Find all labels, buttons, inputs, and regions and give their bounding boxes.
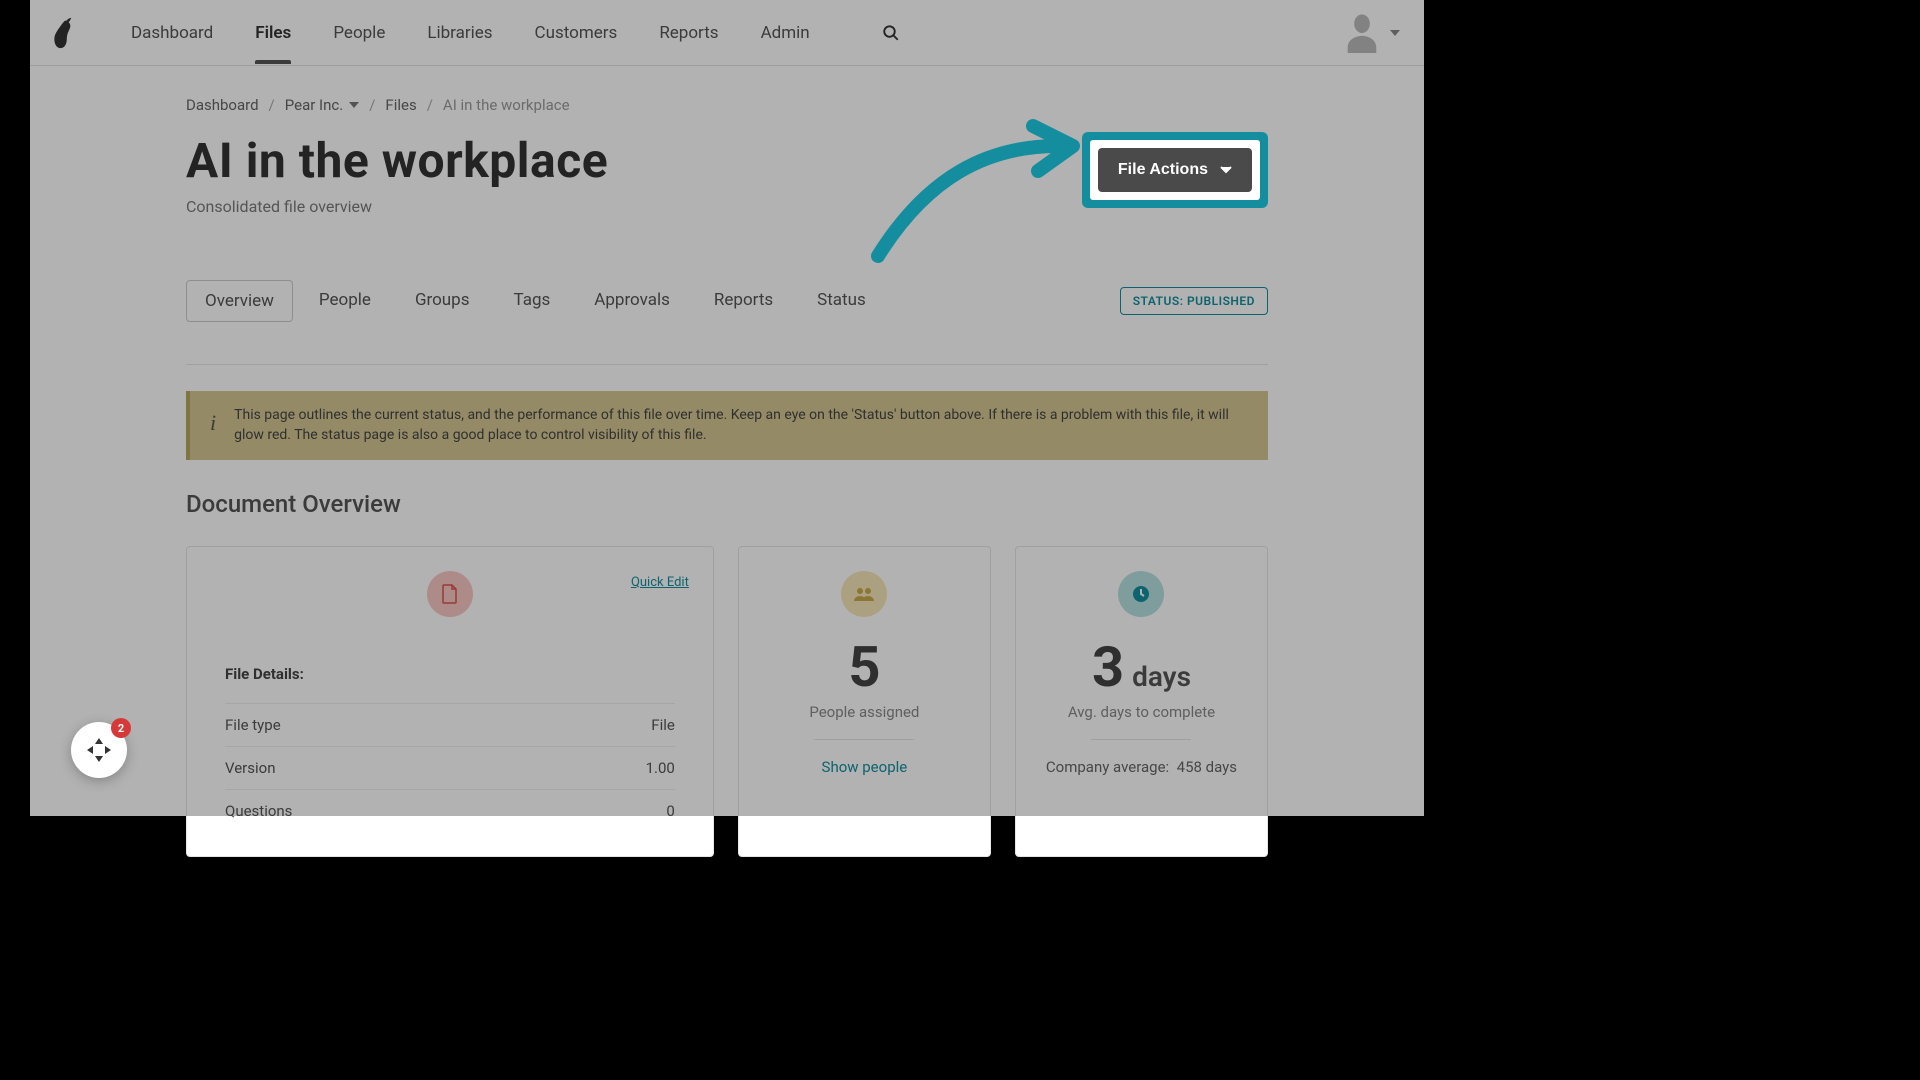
help-widget[interactable]: 2 — [71, 722, 127, 778]
quick-edit-link[interactable]: Quick Edit — [631, 575, 689, 590]
nav-customers[interactable]: Customers — [535, 3, 618, 63]
tab-reports[interactable]: Reports — [696, 280, 791, 322]
days-unit: days — [1132, 660, 1191, 693]
file-icon — [427, 571, 473, 617]
people-assigned-card: 5 People assigned Show people — [738, 546, 991, 857]
crumb-files[interactable]: Files — [385, 96, 416, 114]
detail-row: Version 1.00 — [225, 746, 675, 789]
crumb-current: AI in the workplace — [443, 96, 570, 114]
nav-admin[interactable]: Admin — [761, 3, 810, 63]
nav-files[interactable]: Files — [255, 3, 291, 63]
section-heading: Document Overview — [186, 490, 1268, 518]
chevron-down-icon — [1390, 30, 1400, 36]
highlight-callout: File Actions — [1082, 132, 1268, 208]
subtabs: Overview People Groups Tags Approvals Re… — [186, 280, 884, 322]
info-banner: i This page outlines the current status,… — [186, 391, 1268, 460]
tab-people[interactable]: People — [301, 280, 389, 322]
chevron-down-icon — [349, 102, 359, 108]
clock-icon — [1118, 571, 1164, 617]
show-people-link[interactable]: Show people — [822, 758, 908, 776]
avatar-icon — [1344, 13, 1380, 53]
nav-dashboard[interactable]: Dashboard — [131, 3, 213, 63]
tab-groups[interactable]: Groups — [397, 280, 488, 322]
search-icon[interactable] — [882, 24, 900, 42]
status-badge[interactable]: STATUS: PUBLISHED — [1120, 287, 1268, 315]
tab-tags[interactable]: Tags — [496, 280, 569, 322]
detail-row: Questions 0 — [225, 789, 675, 832]
tab-overview[interactable]: Overview — [186, 280, 293, 322]
notification-badge: 2 — [111, 718, 131, 738]
profile-menu[interactable] — [1344, 13, 1400, 53]
detail-row: File type File — [225, 703, 675, 746]
nav-reports[interactable]: Reports — [659, 3, 718, 63]
page-title: AI in the workplace — [186, 132, 608, 189]
info-icon: i — [210, 407, 216, 439]
people-subtitle: People assigned — [809, 703, 919, 721]
file-details-heading: File Details: — [211, 665, 689, 693]
brand-logo — [54, 17, 76, 49]
breadcrumb: Dashboard / Pear Inc. / Files / AI in th… — [186, 96, 1268, 114]
days-subtitle: Avg. days to complete — [1068, 703, 1215, 721]
crumb-company[interactable]: Pear Inc. — [285, 96, 359, 114]
days-count: 3 — [1092, 634, 1124, 700]
top-nav: Dashboard Files People Libraries Custome… — [30, 0, 1424, 66]
widget-logo-icon — [85, 736, 113, 764]
file-details-card: Quick Edit File Details: File type File … — [186, 546, 714, 857]
days-to-complete-card: 3 days Avg. days to complete Company ave… — [1015, 546, 1268, 857]
tab-status[interactable]: Status — [799, 280, 884, 322]
divider — [186, 364, 1268, 365]
nav-libraries[interactable]: Libraries — [427, 3, 492, 63]
people-icon — [841, 571, 887, 617]
page-subtitle: Consolidated file overview — [186, 197, 608, 216]
company-average: Company average: 458 days — [1046, 758, 1237, 776]
people-count: 5 — [848, 634, 880, 700]
file-actions-button[interactable]: File Actions — [1098, 148, 1252, 192]
crumb-dashboard[interactable]: Dashboard — [186, 96, 259, 114]
tab-approvals[interactable]: Approvals — [576, 280, 688, 322]
nav-people[interactable]: People — [333, 3, 385, 63]
chevron-down-icon — [1220, 166, 1232, 174]
